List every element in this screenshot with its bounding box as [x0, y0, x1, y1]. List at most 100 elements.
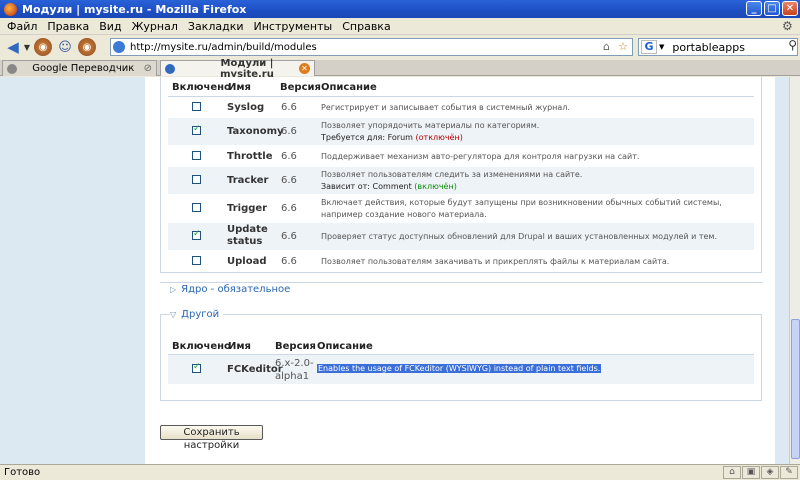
- module-checkbox[interactable]: [192, 102, 201, 111]
- bookmark-star-icon[interactable]: ☆: [618, 40, 628, 53]
- module-checkbox[interactable]: [192, 175, 201, 184]
- tab-close-icon[interactable]: ✕: [299, 63, 310, 74]
- module-description: Регистрирует и записывает события в сист…: [321, 103, 570, 112]
- module-description: Проверяет статус доступных обновлений дл…: [321, 232, 718, 241]
- url-text[interactable]: http://mysite.ru/admin/build/modules: [130, 42, 317, 53]
- close-button[interactable]: ✕: [782, 1, 798, 16]
- module-dependencies: Зависит от: Comment (включён): [321, 181, 751, 193]
- site-icon: [113, 41, 125, 53]
- header-description: Описание: [317, 340, 373, 352]
- module-name: Trigger: [227, 203, 268, 214]
- section-other-label[interactable]: Другой: [181, 309, 219, 320]
- page-content: Включено Имя Версия Описание Syslog 6.6 …: [0, 77, 789, 464]
- module-name: Taxonomy: [227, 126, 284, 137]
- maximize-button[interactable]: □: [764, 1, 780, 16]
- requirements-status: (отключён): [415, 133, 463, 142]
- section-other-toggle[interactable]: ▽ Другой: [170, 309, 224, 320]
- module-name-line2: status: [227, 236, 263, 247]
- module-version: 6.x-2.0- alpha1: [275, 357, 314, 383]
- module-version: 6.6: [281, 175, 297, 186]
- search-bar[interactable]: G ▼ portableapps: [638, 38, 798, 56]
- vertical-scrollbar[interactable]: [789, 77, 800, 464]
- section-core-toggle[interactable]: ▷ Ядро - обязательное: [170, 284, 290, 295]
- module-name: Tracker: [227, 175, 269, 186]
- scrollbar-thumb[interactable]: [791, 319, 800, 459]
- selected-description-text: Enables the usage of FCKeditor (WYSIWYG)…: [317, 364, 602, 373]
- rss-icon[interactable]: ⌂: [603, 40, 610, 53]
- google-engine-icon[interactable]: G: [641, 40, 657, 54]
- module-description: Включает действия, которые будут запущен…: [321, 198, 722, 219]
- settings-icon[interactable]: ✎: [780, 466, 798, 479]
- section-core-label[interactable]: Ядро - обязательное: [181, 284, 290, 295]
- window-title: Модули | mysite.ru - Mozilla Firefox: [22, 2, 247, 16]
- back-dropdown-icon[interactable]: ▼: [23, 37, 31, 57]
- minimize-button[interactable]: _: [746, 1, 762, 16]
- module-description: Позволяет пользователям следить за измен…: [321, 170, 583, 179]
- module-version: 6.6: [281, 256, 297, 267]
- module-checkbox[interactable]: [192, 362, 201, 373]
- menu-help[interactable]: Справка: [337, 20, 395, 33]
- module-requirements: Требуется для: Forum (отключён): [321, 132, 751, 144]
- address-bar[interactable]: http://mysite.ru/admin/build/modules ⌂ ☆: [110, 38, 633, 56]
- home-fox-icon[interactable]: ◉: [78, 38, 96, 56]
- tab-modules[interactable]: Модули | mysite.ru ✕: [160, 58, 315, 80]
- lock-icon[interactable]: ⌂: [723, 466, 741, 479]
- module-checkbox[interactable]: [192, 203, 201, 212]
- expanded-arrow-icon: ▽: [170, 310, 177, 319]
- module-checkbox[interactable]: [192, 151, 201, 160]
- tab-google-translate[interactable]: Google Переводчик ⊘: [2, 60, 157, 76]
- tab-close-icon[interactable]: ⊘: [144, 63, 152, 74]
- table-row: FCKeditor 6.x-2.0- alpha1 Enables the us…: [168, 355, 754, 385]
- fox-addon-icon[interactable]: ◉: [34, 38, 52, 56]
- table-row: Taxonomy 6.6 Позволяет упорядочить матер…: [168, 118, 754, 146]
- save-settings-button[interactable]: Сохранить настройки: [160, 425, 263, 451]
- collapsed-arrow-icon: ▷: [170, 285, 177, 294]
- navigation-toolbar: ◀ ▼ ◉ ☺ ◉ http://mysite.ru/admin/build/m…: [0, 35, 800, 59]
- window-controls: _ □ ✕: [746, 1, 798, 16]
- dependencies-label: Зависит от:: [321, 182, 370, 191]
- tab-favicon-icon: [7, 63, 17, 74]
- left-gutter: [0, 77, 145, 464]
- module-checkbox[interactable]: [192, 256, 201, 265]
- module-version-line2: alpha1: [275, 371, 310, 382]
- module-name: Update status: [227, 224, 268, 248]
- menu-edit[interactable]: Правка: [42, 20, 94, 33]
- tab-label: Google Переводчик: [32, 63, 135, 74]
- right-gutter: [775, 77, 789, 464]
- module-version: 6.6: [281, 231, 297, 242]
- download-icon[interactable]: ▣: [742, 466, 760, 479]
- dependencies-value: Comment: [372, 182, 412, 191]
- menu-history[interactable]: Журнал: [127, 20, 183, 33]
- status-icons: ⌂ ▣ ◈ ✎: [723, 466, 798, 479]
- menu-view[interactable]: Вид: [94, 20, 126, 33]
- header-version: Версия: [275, 340, 316, 352]
- module-description-block: Позволяет упорядочить материалы по катег…: [321, 120, 751, 144]
- module-version: 6.6: [281, 203, 297, 214]
- search-engine-dropdown-icon[interactable]: ▼: [659, 43, 664, 51]
- table-row: Trigger 6.6 Включает действия, которые б…: [168, 195, 754, 223]
- header-name: Имя: [228, 81, 251, 93]
- module-description: Enables the usage of FCKeditor (WYSIWYG)…: [317, 363, 747, 375]
- dependencies-status: (включён): [414, 182, 457, 191]
- search-input[interactable]: portableapps: [672, 41, 745, 54]
- menu-file[interactable]: Файл: [2, 20, 42, 33]
- module-checkbox[interactable]: [192, 124, 201, 135]
- status-bar: Готово ⌂ ▣ ◈ ✎: [0, 464, 800, 480]
- menu-bookmarks[interactable]: Закладки: [183, 20, 249, 33]
- back-icon[interactable]: ◀: [3, 37, 23, 57]
- header-version: Версия: [280, 81, 321, 93]
- addon-icon[interactable]: ◈: [761, 466, 779, 479]
- user-icon[interactable]: ☺: [55, 37, 75, 57]
- module-version: 6.6: [281, 126, 297, 137]
- module-name: Syslog: [227, 102, 265, 113]
- table-header: Включено Имя Версия Описание: [168, 78, 754, 96]
- module-version: 6.6: [281, 102, 297, 113]
- search-go-icon[interactable]: ⚲: [788, 38, 797, 52]
- header-description: Описание: [321, 81, 377, 93]
- menu-tools[interactable]: Инструменты: [249, 20, 338, 33]
- table-row: Upload 6.6 Позволяет пользователям закач…: [168, 251, 754, 272]
- header-name: Имя: [228, 340, 251, 352]
- window-titlebar: Модули | mysite.ru - Mozilla Firefox _ □…: [0, 0, 800, 18]
- module-checkbox[interactable]: [192, 229, 201, 240]
- module-version-line1: 6.x-2.0-: [275, 358, 314, 369]
